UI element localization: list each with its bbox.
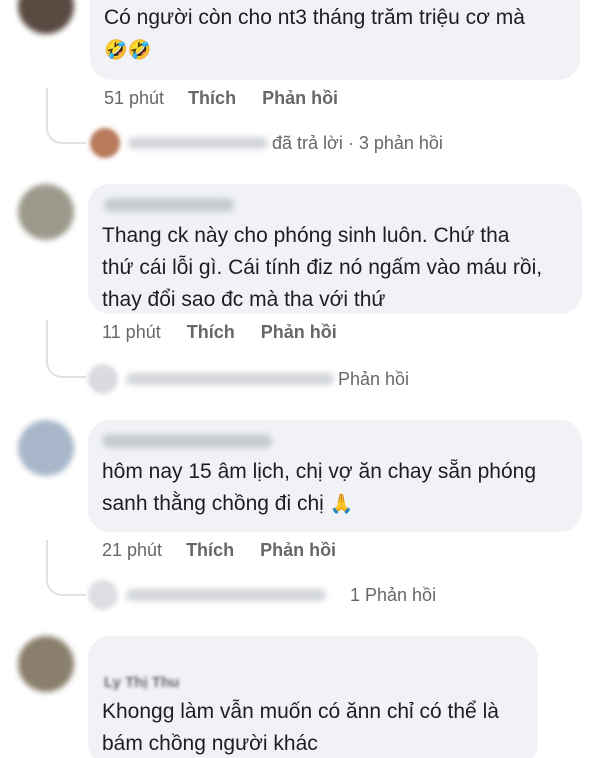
- reply-thread-line: [46, 540, 86, 596]
- reply-summary-row[interactable]: đã trả lời · 3 phản hồi: [90, 128, 443, 158]
- praying-hands-icon: 🙏: [329, 493, 354, 515]
- comment-meta: 21 phút Thích Phản hồi: [102, 540, 336, 561]
- reply-thread-line: [46, 320, 86, 378]
- comment-text-line: thay đổi sao đc mà tha với thứ: [102, 288, 386, 311]
- comment-text-line: thứ cái lỗi gì. Cái tính điz nó ngấm vào…: [102, 256, 543, 279]
- comment-text-line: Có người còn cho nt3 tháng trăm triệu cơ…: [104, 6, 525, 29]
- reply-author-name: [126, 589, 326, 601]
- comment-meta: 51 phút Thích Phản hồi: [104, 88, 338, 109]
- reply-thread-line: [46, 88, 86, 144]
- reply-summary-text[interactable]: 1 Phản hồi: [350, 585, 436, 606]
- like-button[interactable]: Thích: [187, 322, 235, 343]
- comment-time: 11 phút: [102, 322, 161, 342]
- comment-text: hôm nay 15 âm lịch, chị vợ ăn chay sẵn p…: [102, 456, 536, 520]
- comment-text-line: sanh thằng chồng đi chị: [102, 492, 324, 515]
- comment-meta: 11 phút Thích Phản hồi: [102, 322, 337, 343]
- comment-time: 51 phút: [104, 88, 165, 108]
- reply-summary-row[interactable]: Phản hồi: [88, 364, 409, 394]
- comment-text: Khongg làm vẫn muốn có ănn chỉ có thể là…: [102, 696, 499, 758]
- comment-text: Có người còn cho nt3 tháng trăm triệu cơ…: [104, 2, 525, 66]
- reply-author-name: [128, 137, 268, 149]
- comment-text-line: Thang ck này cho phóng sinh luôn. Chứ th…: [102, 224, 510, 247]
- reply-button[interactable]: Phản hồi: [261, 322, 337, 343]
- avatar[interactable]: [18, 636, 74, 692]
- reply-button[interactable]: Phản hồi: [262, 88, 338, 109]
- comment-author-name: [102, 434, 272, 448]
- reply-author-name: [126, 373, 334, 385]
- reply-summary-row[interactable]: 1 Phản hồi: [88, 580, 436, 610]
- comment-text-line: bám chồng người khác: [102, 732, 318, 755]
- comment-text-line: hôm nay 15 âm lịch, chị vợ ăn chay sẵn p…: [102, 460, 537, 483]
- like-button[interactable]: Thích: [188, 88, 236, 109]
- laughing-emoji-icon: 🤣🤣: [104, 39, 152, 61]
- comment-author-name[interactable]: Ly Thị Thu: [104, 674, 179, 691]
- reply-avatar: [88, 580, 118, 610]
- reply-avatar: [88, 364, 118, 394]
- reply-summary-text[interactable]: đã trả lời · 3 phản hồi: [272, 133, 443, 154]
- avatar[interactable]: [18, 184, 74, 240]
- comment-time: 21 phút: [102, 540, 163, 560]
- reply-summary-text[interactable]: Phản hồi: [338, 369, 409, 390]
- reply-avatar: [90, 128, 120, 158]
- comment-author-name: [104, 198, 234, 212]
- reply-button[interactable]: Phản hồi: [260, 540, 336, 561]
- comment-text-line: Khongg làm vẫn muốn có ănn chỉ có thể là: [102, 700, 499, 723]
- avatar[interactable]: [18, 420, 74, 476]
- like-button[interactable]: Thích: [186, 540, 234, 561]
- avatar[interactable]: [18, 0, 74, 34]
- comment-text: Thang ck này cho phóng sinh luôn. Chứ th…: [102, 220, 542, 316]
